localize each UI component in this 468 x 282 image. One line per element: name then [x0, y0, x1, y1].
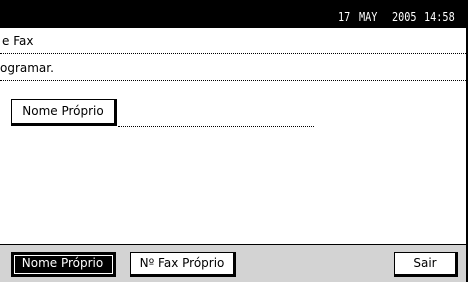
own-name-value-line	[118, 126, 314, 127]
date-year: 2005	[392, 10, 417, 24]
divider	[0, 80, 466, 81]
divider	[0, 53, 466, 54]
date-month: MAY	[359, 10, 378, 24]
clock-time: 14:58	[424, 10, 455, 24]
tab-own-name[interactable]: Nome Próprio	[11, 252, 116, 277]
screen-title: e Fax	[2, 34, 34, 48]
tab-own-fax-number[interactable]: Nº Fax Próprio	[130, 252, 236, 277]
status-bar: 17 MAY 2005 14:58	[0, 0, 468, 28]
bottom-tab-bar: Nome Próprio Nº Fax Próprio Sair	[0, 244, 466, 282]
exit-button[interactable]: Sair	[394, 252, 458, 277]
own-name-field-button[interactable]: Nome Próprio	[11, 99, 117, 126]
instruction-text: ogramar.	[0, 61, 54, 75]
date-day: 17	[338, 10, 351, 24]
